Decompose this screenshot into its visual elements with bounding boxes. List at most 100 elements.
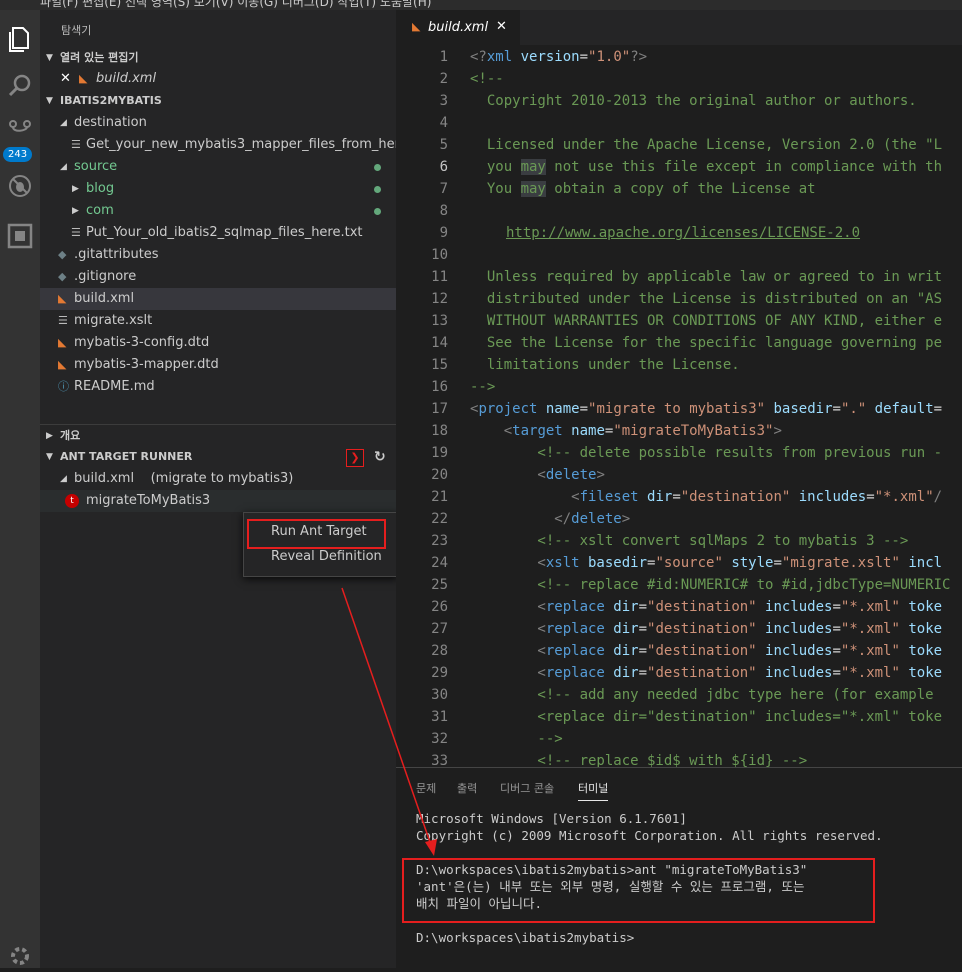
chevron-down-icon: ▼: [46, 452, 53, 462]
terminal-error-line: 배치 파일이 아닙니다.: [416, 896, 543, 911]
code-line: <!-- replace $id$ with ${id} -->: [470, 753, 808, 767]
code-line: <delete>: [470, 467, 605, 483]
open-editors-header[interactable]: ▼ 열려 있는 편집기: [40, 47, 396, 69]
tab-terminal[interactable]: 터미널: [578, 780, 609, 801]
tree-file-gitignore[interactable]: ◆ .gitignore: [40, 266, 396, 288]
line-number: 5: [439, 137, 448, 153]
git-file-icon: ◆: [58, 248, 67, 261]
open-editor-item[interactable]: ✕ ◣ build.xml: [40, 68, 396, 90]
line-number: 15: [431, 357, 448, 373]
tree-file-config-dtd[interactable]: ◣ mybatis-3-config.dtd: [40, 332, 396, 354]
info-file-icon: ⓘ: [58, 380, 69, 393]
debug-icon[interactable]: [4, 170, 36, 202]
line-number: 13: [431, 313, 448, 329]
menu-item-run-ant-target[interactable]: Run Ant Target: [271, 524, 367, 539]
tree-file-mapper-dtd[interactable]: ◣ mybatis-3-mapper.dtd: [40, 354, 396, 376]
menu-item-reveal-definition[interactable]: Reveal Definition: [271, 549, 382, 564]
close-icon[interactable]: ✕: [496, 19, 507, 34]
xml-file-icon: ◣: [58, 358, 67, 371]
code-line: <!--: [470, 71, 504, 87]
code-line: <!-- add any needed jdbc type here (for …: [470, 687, 934, 703]
git-modified-dot: [374, 186, 381, 193]
terminal-line: Microsoft Windows [Version 6.1.7601]: [416, 811, 687, 826]
code-line: <replace dir="destination" includes="*.x…: [470, 621, 943, 637]
code-line: Copyright 2010-2013 the original author …: [470, 93, 917, 109]
line-number: 19: [431, 445, 448, 461]
git-modified-dot: [374, 208, 381, 215]
xml-file-icon: ◣: [412, 20, 421, 33]
license-link[interactable]: http://www.apache.org/licenses/LICENSE-2…: [506, 222, 860, 244]
xml-file-icon: ◣: [58, 336, 67, 349]
editor-tab-bar: ◣ build.xml ✕: [396, 10, 962, 45]
code-line: distributed under the License is distrib…: [470, 291, 943, 307]
tab-output[interactable]: 출력: [457, 780, 477, 796]
line-number: 16: [431, 379, 448, 395]
ant-target-item[interactable]: t migrateToMyBatis3: [40, 490, 396, 512]
line-number: 17: [431, 401, 448, 417]
chevron-right-icon: ▶: [72, 184, 79, 194]
project-header[interactable]: ▼ IBATIS2MYBATIS: [40, 90, 396, 112]
ant-build-file-item[interactable]: ◢ build.xml (migrate to mybatis3): [40, 468, 396, 490]
code-editor[interactable]: 1 2 3 4 5 6 7 8 9 10 11 12 13 14 15 16 17 18 19 20 21 22 23 24 2…: [396, 45, 962, 767]
line-number: 33: [431, 753, 448, 767]
outline-header[interactable]: ▶ 개요: [40, 424, 396, 447]
line-number: 2: [439, 71, 448, 87]
explorer-icon[interactable]: [4, 22, 36, 54]
ant-runner-header[interactable]: ▼ ANT TARGET RUNNER ❯ ↻: [40, 446, 396, 468]
explorer-sidebar: 탐색기 ▼ 열려 있는 편집기 ✕ ◣ build.xml ▼ IBATIS2M…: [40, 10, 430, 968]
line-number: 26: [431, 599, 448, 615]
menu-bar[interactable]: 파일(F) 편집(E) 선택 영역(S) 보기(V) 이동(G) 디버그(D) …: [0, 0, 962, 10]
terminal-command-line: D:\workspaces\ibatis2mybatis>ant "migrat…: [416, 862, 808, 877]
settings-gear-icon[interactable]: [4, 940, 36, 972]
chevron-down-icon: ◢: [60, 474, 67, 484]
tab-build-xml[interactable]: ◣ build.xml ✕: [396, 10, 520, 45]
line-number: 18: [431, 423, 448, 439]
tree-folder-com[interactable]: ▶ com: [40, 200, 396, 222]
menu-bar-labels[interactable]: 파일(F) 편집(E) 선택 영역(S) 보기(V) 이동(G) 디버그(D) …: [40, 0, 431, 10]
bottom-panel: 문제 출력 디버그 콘솔 터미널 Microsoft Windows [Vers…: [396, 767, 962, 969]
code-line: <xslt basedir="source" style="migrate.xs…: [470, 555, 943, 571]
tab-problems[interactable]: 문제: [416, 780, 436, 796]
tree-folder-destination[interactable]: ◢ destination: [40, 112, 396, 134]
search-icon[interactable]: [4, 70, 36, 102]
line-number: 8: [439, 203, 448, 219]
tree-file-gitattributes[interactable]: ◆ .gitattributes: [40, 244, 396, 266]
tree-folder-blog[interactable]: ▶ blog: [40, 178, 396, 200]
code-line: <replace dir="destination" includes="*.x…: [470, 599, 943, 615]
source-control-badge: 243: [3, 147, 33, 162]
chevron-right-icon: ▶: [72, 206, 79, 216]
code-line: <replace dir="destination" includes="*.x…: [470, 643, 943, 659]
code-line: Unless required by applicable law or agr…: [470, 269, 943, 285]
tree-file-build-xml[interactable]: ◣ build.xml: [40, 288, 396, 310]
context-menu: Run Ant Target Reveal Definition: [243, 512, 398, 577]
line-number: 22: [431, 511, 448, 527]
sidebar-title: 탐색기: [61, 24, 92, 37]
code-line: <?xml version="1.0"?>: [470, 49, 648, 65]
chevron-down-icon: ▼: [46, 53, 53, 63]
extensions-icon[interactable]: [4, 220, 36, 252]
tree-file-readme[interactable]: ⓘ README.md: [40, 376, 396, 398]
close-icon[interactable]: ✕: [60, 68, 71, 90]
code-line: </delete>: [470, 511, 631, 527]
tree-file-get-your-new[interactable]: ☰ Get_your_new_mybatis3_mapper_files_fro…: [40, 134, 430, 156]
code-line: See the License for the specific languag…: [470, 335, 943, 351]
tree-folder-source[interactable]: ◢ source: [40, 156, 396, 178]
source-control-icon[interactable]: [4, 116, 36, 148]
code-line: You may obtain a copy of the License at: [470, 181, 816, 197]
terminal-line: Copyright (c) 2009 Microsoft Corporation…: [416, 828, 883, 843]
code-line: <!-- xslt convert sqlMaps 2 to mybatis 3…: [470, 533, 909, 549]
tree-file-migrate-xslt[interactable]: ☰ migrate.xslt: [40, 310, 396, 332]
line-number: 32: [431, 731, 448, 747]
terminal-prompt[interactable]: D:\workspaces\ibatis2mybatis>: [416, 929, 634, 946]
tab-debug-console[interactable]: 디버그 콘솔: [500, 780, 554, 796]
chevron-down-icon: ▼: [46, 96, 53, 106]
run-target-icon[interactable]: ❯: [346, 449, 364, 467]
code-line: <!-- replace #id:NUMERIC# to #id,jdbcTyp…: [470, 577, 951, 593]
refresh-icon[interactable]: ↻: [374, 446, 386, 468]
tree-file-put-your-old[interactable]: ☰ Put_Your_old_ibatis2_sqlmap_files_here…: [40, 222, 396, 244]
line-number: 10: [431, 247, 448, 263]
code-line: <replace dir="destination" includes="*.x…: [470, 665, 943, 681]
line-number: 24: [431, 555, 448, 571]
text-file-icon: ☰: [71, 138, 81, 151]
code-line: WITHOUT WARRANTIES OR CONDITIONS OF ANY …: [470, 313, 943, 329]
